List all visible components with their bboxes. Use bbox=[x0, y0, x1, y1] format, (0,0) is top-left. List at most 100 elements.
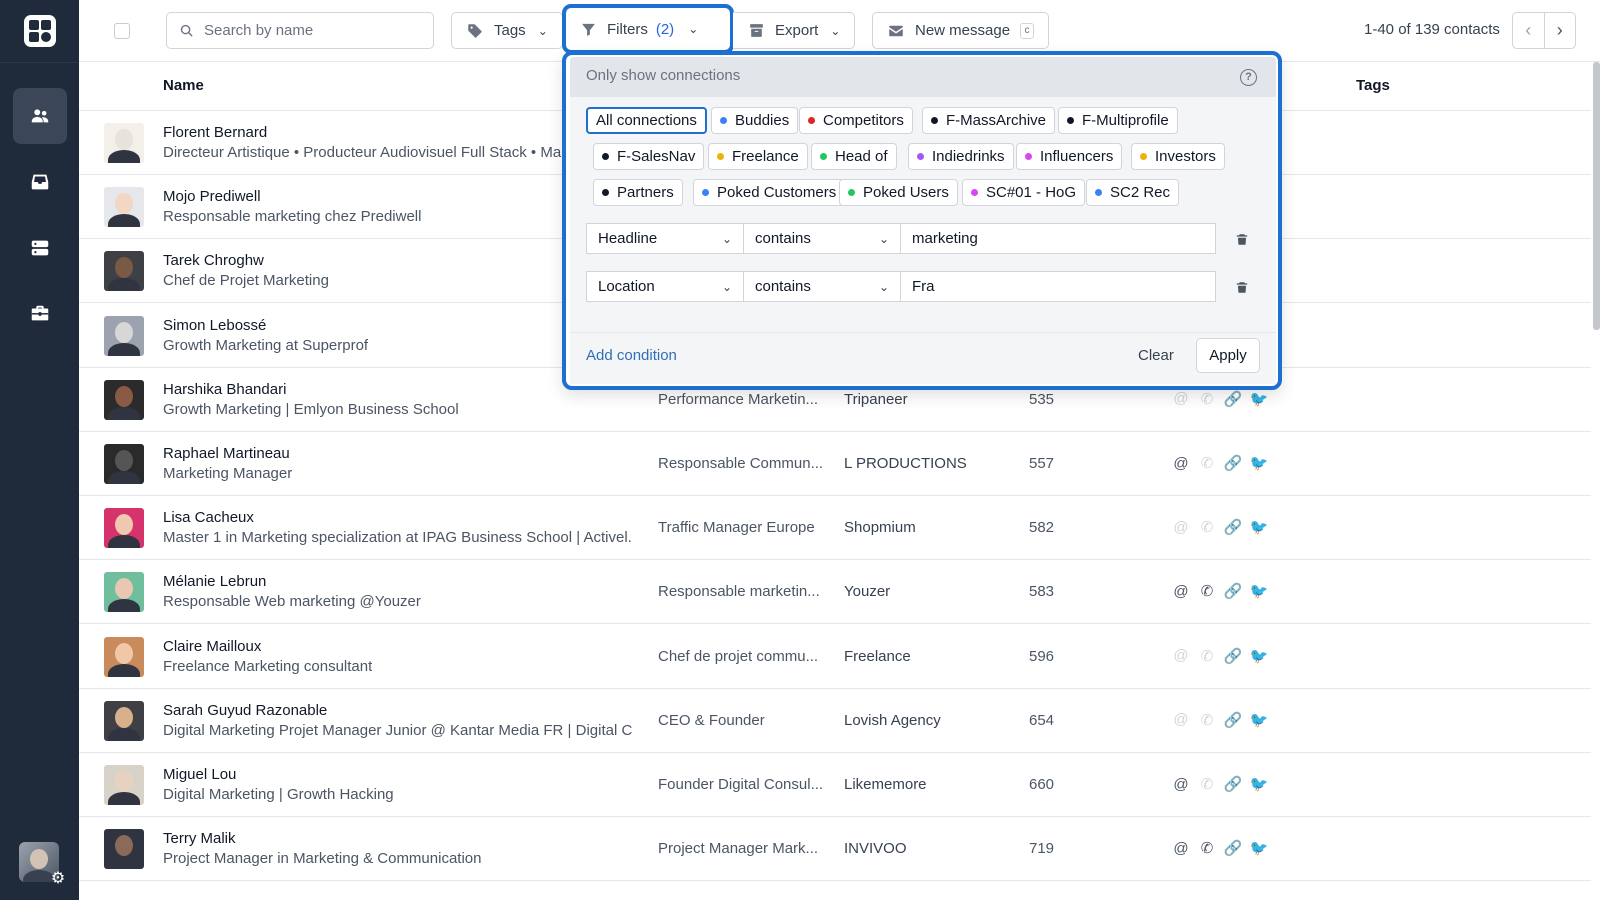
link-icon[interactable]: 🔗 bbox=[1224, 839, 1243, 857]
twitter-icon[interactable]: 🐦 bbox=[1250, 454, 1269, 472]
condition-value-input[interactable]: Fra bbox=[900, 271, 1216, 302]
scrollbar[interactable] bbox=[1593, 62, 1600, 330]
column-header-tags[interactable]: Tags bbox=[1356, 77, 1390, 94]
chevron-left-icon[interactable]: ‹ bbox=[1513, 13, 1544, 48]
add-condition-link[interactable]: Add condition bbox=[586, 347, 677, 364]
connection-tag-chip[interactable]: Investors bbox=[1131, 143, 1225, 170]
twitter-icon[interactable]: 🐦 bbox=[1250, 647, 1269, 665]
connection-tag-chip[interactable]: All connections bbox=[586, 107, 707, 134]
avatar bbox=[104, 700, 144, 741]
table-row[interactable]: Raphael Martineau Marketing Manager Respon… bbox=[79, 432, 1591, 496]
trash-icon[interactable] bbox=[1234, 231, 1250, 247]
twitter-icon[interactable]: 🐦 bbox=[1250, 390, 1269, 408]
connection-tag-chip[interactable]: SC#01 - HoG bbox=[962, 179, 1086, 206]
sidebar-item-toolbox[interactable] bbox=[13, 286, 67, 342]
phone-icon[interactable]: ✆ bbox=[1198, 582, 1216, 600]
link-icon[interactable]: 🔗 bbox=[1224, 711, 1243, 729]
table-row[interactable]: Terry Malik Project Manager in Marketing … bbox=[79, 817, 1591, 882]
at-icon[interactable]: @ bbox=[1172, 390, 1190, 408]
condition-value-input[interactable]: marketing bbox=[900, 223, 1216, 254]
contact-name[interactable]: Mélanie Lebrun bbox=[163, 573, 266, 590]
condition-operator-select[interactable]: contains ⌄ bbox=[743, 223, 901, 254]
connection-tag-chip[interactable]: Freelance bbox=[708, 143, 808, 170]
connection-tag-chip[interactable]: Poked Customers bbox=[693, 179, 846, 206]
phone-icon[interactable]: ✆ bbox=[1198, 647, 1216, 665]
chevron-right-icon[interactable]: › bbox=[1543, 13, 1576, 48]
link-icon[interactable]: 🔗 bbox=[1224, 454, 1243, 472]
help-icon[interactable]: ? bbox=[1240, 69, 1257, 86]
table-row[interactable]: Lisa Cacheux Master 1 in Marketing specia… bbox=[79, 496, 1591, 561]
phone-icon[interactable]: ✆ bbox=[1198, 711, 1216, 729]
trash-icon[interactable] bbox=[1234, 279, 1250, 295]
at-icon[interactable]: @ bbox=[1172, 518, 1190, 536]
contact-name[interactable]: Raphael Martineau bbox=[163, 445, 290, 462]
connection-tag-chip[interactable]: Partners bbox=[593, 179, 683, 206]
link-icon[interactable]: 🔗 bbox=[1224, 582, 1243, 600]
connection-tag-chip[interactable]: Competitors bbox=[799, 107, 913, 134]
phone-icon[interactable]: ✆ bbox=[1198, 390, 1216, 408]
at-icon[interactable]: @ bbox=[1172, 711, 1190, 729]
twitter-icon[interactable]: 🐦 bbox=[1250, 775, 1269, 793]
phone-icon[interactable]: ✆ bbox=[1198, 454, 1216, 472]
apply-button[interactable]: Apply bbox=[1196, 338, 1260, 373]
twitter-icon[interactable]: 🐦 bbox=[1250, 518, 1269, 536]
clear-button[interactable]: Clear bbox=[1138, 347, 1174, 364]
condition-field-select[interactable]: Headline ⌄ bbox=[586, 223, 744, 254]
link-icon[interactable]: 🔗 bbox=[1224, 518, 1243, 536]
sidebar-item-contacts[interactable] bbox=[13, 88, 67, 144]
table-row[interactable]: Claire Mailloux Freelance Marketing consu… bbox=[79, 625, 1591, 689]
connection-tag-chip[interactable]: Buddies bbox=[711, 107, 799, 134]
contact-name[interactable]: Lisa Cacheux bbox=[163, 509, 254, 526]
at-icon[interactable]: @ bbox=[1172, 454, 1190, 472]
link-icon[interactable]: 🔗 bbox=[1224, 647, 1243, 665]
twitter-icon[interactable]: 🐦 bbox=[1250, 839, 1269, 857]
connection-tag-chip[interactable]: SC2 Rec bbox=[1086, 179, 1180, 206]
phone-icon[interactable]: ✆ bbox=[1198, 839, 1216, 857]
contact-name[interactable]: Miguel Lou bbox=[163, 766, 236, 783]
contact-channels: @ ✆ 🔗 🐦 bbox=[1172, 390, 1268, 408]
connection-tag-chip[interactable]: Poked Users bbox=[839, 179, 958, 206]
connection-tag-chip[interactable]: F-SalesNav bbox=[593, 143, 705, 170]
at-icon[interactable]: @ bbox=[1172, 582, 1190, 600]
table-row[interactable]: Mélanie Lebrun Responsable Web marketing … bbox=[79, 560, 1591, 625]
table-row[interactable]: Miguel Lou Digital Marketing | Growth Hac… bbox=[79, 753, 1591, 817]
contact-name[interactable]: Claire Mailloux bbox=[163, 638, 261, 655]
table-row[interactable]: Sarah Guyud Razonable Digital Marketing P… bbox=[79, 689, 1591, 753]
select-all-checkbox[interactable] bbox=[114, 23, 130, 39]
condition-operator-select[interactable]: contains ⌄ bbox=[743, 271, 901, 302]
at-icon[interactable]: @ bbox=[1172, 647, 1190, 665]
contact-name[interactable]: Mojo Prediwell bbox=[163, 188, 261, 205]
new-message-button[interactable]: New message c bbox=[872, 12, 1050, 49]
connection-tag-chip[interactable]: F-Multiprofile bbox=[1058, 107, 1178, 134]
contact-name[interactable]: Sarah Guyud Razonable bbox=[163, 702, 327, 719]
at-icon[interactable]: @ bbox=[1172, 839, 1190, 857]
connection-tag-chip[interactable]: F-MassArchive bbox=[922, 107, 1056, 134]
contact-name[interactable]: Simon Lebossé bbox=[163, 317, 266, 334]
sidebar-item-servers[interactable] bbox=[13, 220, 67, 276]
condition-field-select[interactable]: Location ⌄ bbox=[586, 271, 744, 302]
tags-button[interactable]: Tags ⌄ bbox=[451, 12, 563, 49]
column-header-name[interactable]: Name bbox=[163, 77, 204, 94]
tag-color-dot bbox=[931, 117, 938, 124]
twitter-icon[interactable]: 🐦 bbox=[1250, 711, 1269, 729]
connection-tag-chip[interactable]: Indiedrinks bbox=[908, 143, 1014, 170]
at-icon[interactable]: @ bbox=[1172, 775, 1190, 793]
connection-tag-chip[interactable]: Influencers bbox=[1016, 143, 1123, 170]
contact-name[interactable]: Tarek Chroghw bbox=[163, 252, 264, 269]
sidebar-item-inbox[interactable] bbox=[13, 154, 67, 210]
contact-name[interactable]: Florent Bernard bbox=[163, 124, 267, 141]
connection-tag-chip[interactable]: Head of bbox=[811, 143, 897, 170]
search-box[interactable] bbox=[166, 12, 434, 49]
contact-name[interactable]: Terry Malik bbox=[163, 830, 236, 847]
gear-icon[interactable]: ⚙ bbox=[49, 870, 67, 888]
app-logo[interactable] bbox=[24, 15, 56, 47]
twitter-icon[interactable]: 🐦 bbox=[1250, 582, 1269, 600]
link-icon[interactable]: 🔗 bbox=[1224, 775, 1243, 793]
search-input[interactable] bbox=[204, 22, 424, 39]
contact-name[interactable]: Harshika Bhandari bbox=[163, 381, 286, 398]
phone-icon[interactable]: ✆ bbox=[1198, 775, 1216, 793]
link-icon[interactable]: 🔗 bbox=[1224, 390, 1243, 408]
phone-icon[interactable]: ✆ bbox=[1198, 518, 1216, 536]
filters-button[interactable]: Filters (2) ⌄ bbox=[568, 10, 728, 48]
export-button[interactable]: Export ⌄ bbox=[733, 12, 856, 49]
